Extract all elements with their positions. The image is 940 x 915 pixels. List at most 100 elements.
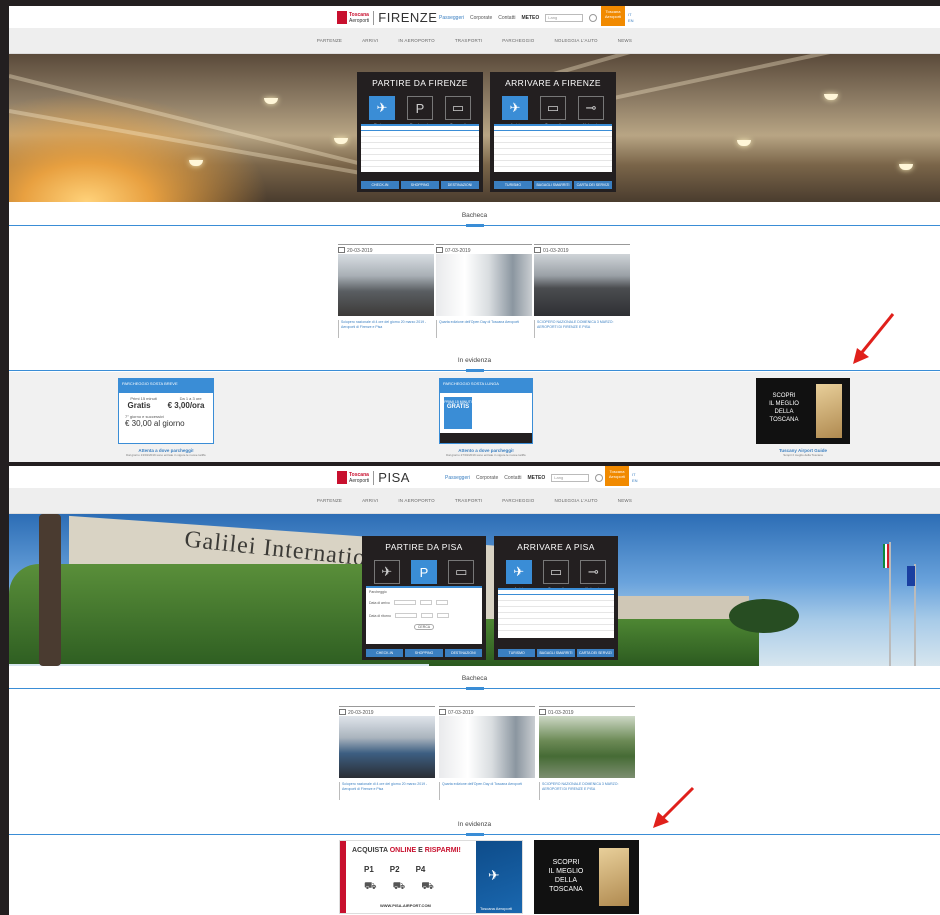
nav-item[interactable]: NOLEGGIA L'AUTO (554, 498, 597, 503)
news-caption[interactable]: SCIOPERO NAZIONALE DOMENICA 3 MARZO: AER… (534, 320, 630, 338)
contatti-link[interactable]: Contatti (504, 475, 521, 481)
news-caption[interactable]: SCIOPERO NAZIONALE DOMENICA 3 MARZO: AER… (539, 782, 635, 800)
return-hour-select[interactable] (420, 613, 433, 618)
tab-trasporti[interactable]: ▭Trasporti (534, 96, 572, 127)
logo[interactable]: Toscana Aeroporti FIRENZE (337, 10, 437, 25)
carta-servizi-button[interactable]: CARTA DEI SERVIZI (576, 649, 614, 657)
hero-banner: PARTIRE DA FIRENZE ✈Partenze PParcheggio… (9, 54, 940, 202)
nav-item[interactable]: ARRIVI (362, 38, 378, 43)
table-row[interactable] (498, 625, 614, 631)
cerca-button[interactable]: CERCA (414, 624, 434, 630)
utility-links: Passeggeri Corporate Contatti METEO Lang (439, 14, 598, 22)
banner-url[interactable]: WWW.PISA-AIRPORT.COM (380, 903, 431, 908)
nav-item[interactable]: IN AEROPORTO (398, 38, 435, 43)
passeggeri-link[interactable]: Passeggeri (445, 475, 470, 481)
car-key-icon: ⊸ (578, 96, 604, 120)
nav-item[interactable]: NOLEGGIA L'AUTO (554, 38, 597, 43)
plane-icon: ✈ (488, 867, 500, 883)
guide-book-image (599, 848, 629, 906)
news-card[interactable]: 20-03-2019 Sciopero nazionale di 4 ore d… (339, 706, 435, 800)
shopping-button[interactable]: SHOPPING (405, 649, 443, 657)
table-row[interactable] (494, 161, 612, 167)
header: Toscana Aeroporti FIRENZE Passeggeri Corp… (9, 6, 940, 28)
nav-item[interactable]: TRASPORTI (455, 38, 482, 43)
nav-item[interactable]: PARTENZE (317, 498, 342, 503)
meteo-label[interactable]: METEO (521, 15, 539, 21)
car-icon: ⛟ (364, 881, 377, 892)
language-select[interactable]: Lang (545, 14, 584, 22)
nav-item[interactable]: PARTENZE (317, 38, 342, 43)
corporate-link[interactable]: Corporate (476, 475, 498, 481)
tab-arrivi[interactable]: ✈Arrivi (496, 96, 534, 127)
destinazioni-button[interactable]: DESTINAZIONI (444, 649, 482, 657)
nav-item[interactable]: NEWS (618, 38, 632, 43)
plane-icon: ✈ (505, 560, 532, 584)
language-select[interactable]: Lang (551, 474, 590, 482)
bagagli-button[interactable]: BAGAGLI SMARRITI (534, 181, 572, 189)
tab-trasporti[interactable]: ▭Trasporti (537, 560, 574, 591)
panel-title: PARTIRE DA FIRENZE (372, 78, 468, 88)
contatti-link[interactable]: Contatti (498, 15, 515, 21)
firenze-screenshot: Toscana Aeroporti FIRENZE Passeggeri Corp… (9, 6, 940, 462)
bagagli-button[interactable]: BAGAGLI SMARRITI (537, 649, 575, 657)
nav-item[interactable]: IN AEROPORTO (398, 498, 435, 503)
nav-item[interactable]: ARRIVI (362, 498, 378, 503)
nav-item[interactable]: NEWS (618, 498, 632, 503)
parking-short-card[interactable]: PARCHEGGIO SOSTA BREVE Primi 15 minuti Da… (118, 378, 214, 444)
search-icon[interactable] (589, 14, 598, 22)
tab-parcheggio[interactable]: PParcheggio (401, 96, 439, 127)
nav-item[interactable]: PARCHEGGIO (502, 498, 534, 503)
p1-icon: P1 (364, 865, 374, 874)
lang-en[interactable]: EN (632, 478, 638, 484)
tab-arrivi[interactable]: ✈Arrivi (500, 560, 537, 591)
promo-badge[interactable]: Toscana Aeroporti (601, 6, 625, 26)
tab-noleggio[interactable]: ⊸Noleggio (575, 560, 612, 591)
news-card[interactable]: 01-03-2019 SCIOPERO NAZIONALE DOMENICA 3… (534, 244, 630, 338)
corporate-link[interactable]: Corporate (470, 15, 492, 21)
return-min-select[interactable] (436, 613, 449, 618)
table-row[interactable] (361, 161, 479, 167)
turismo-button[interactable]: TURISMO (498, 649, 536, 657)
news-image (338, 254, 434, 316)
car-key-icon: ⊸ (580, 560, 607, 584)
destinazioni-button[interactable]: DESTINAZIONI (441, 181, 479, 189)
news-caption[interactable]: Quarta edizione dell'Open Day di Toscana… (436, 320, 532, 338)
promo-badge[interactable]: Toscana Aeroporti (605, 466, 629, 486)
return-date-input[interactable] (394, 613, 417, 618)
passeggeri-link[interactable]: Passeggeri (439, 15, 464, 21)
nav-item[interactable]: PARCHEGGIO (502, 38, 534, 43)
meteo-label[interactable]: METEO (527, 475, 545, 481)
news-card[interactable]: 07-03-2019 Quarta edizione dell'Open Day… (439, 706, 535, 800)
news-card[interactable]: 20-03-2019 Sciopero nazionale di 4 ore d… (338, 244, 434, 338)
shopping-button[interactable]: SHOPPING (401, 181, 439, 189)
news-date: 07-03-2019 (436, 244, 532, 254)
tuscany-guide-card[interactable]: SCOPRI IL MEGLIO DELLA TOSCANA (756, 378, 850, 444)
online-parking-banner[interactable]: ACQUISTA ONLINE E RISPARMI! P1 P2 P4 ⛟ ⛟ ⛟… (339, 840, 523, 914)
news-image (534, 254, 630, 316)
tab-noleggio[interactable]: ⊸Noleggio (572, 96, 610, 127)
panel-title: ARRIVARE A FIRENZE (505, 78, 601, 88)
plane-icon: ✈ (369, 96, 395, 120)
nav-item[interactable]: TRASPORTI (455, 498, 482, 503)
search-icon[interactable] (595, 474, 604, 482)
lang-en[interactable]: EN (628, 18, 634, 24)
tab-partenze[interactable]: ✈Partenze (363, 96, 401, 127)
news-caption[interactable]: Sciopero nazionale di 4 ore del giorno 2… (338, 320, 434, 338)
turismo-button[interactable]: TURISMO (494, 181, 532, 189)
flag-italy (883, 544, 889, 568)
tab-trasporti[interactable]: ▭Trasporti (439, 96, 477, 127)
news-card[interactable]: 01-03-2019 SCIOPERO NAZIONALE DOMENICA 3… (539, 706, 635, 800)
checkin-button[interactable]: CHECK-IN (361, 181, 399, 189)
checkin-button[interactable]: CHECK-IN (366, 649, 404, 657)
news-caption[interactable]: Quarta edizione dell'Open Day di Toscana… (439, 782, 535, 800)
tuscany-guide-card[interactable]: SCOPRI IL MEGLIO DELLA TOSCANA (534, 840, 639, 914)
arrival-min-select[interactable] (435, 600, 448, 605)
logo[interactable]: Toscana Aeroporti PISA (337, 470, 410, 485)
carta-servizi-button[interactable]: CARTA DEI SERVIZI (574, 181, 612, 189)
arrival-date-input[interactable] (393, 600, 416, 605)
utility-links: Passeggeri Corporate Contatti METEO Lang (445, 474, 604, 482)
parking-long-card[interactable]: PARCHEGGIO SOSTA LUNGA PRIMI 15 MINUTI GR… (439, 378, 533, 444)
news-caption[interactable]: Sciopero nazionale di 4 ore del giorno 2… (339, 782, 435, 800)
news-card[interactable]: 07-03-2019 Quarta edizione dell'Open Day… (436, 244, 532, 338)
arrival-hour-select[interactable] (419, 600, 432, 605)
